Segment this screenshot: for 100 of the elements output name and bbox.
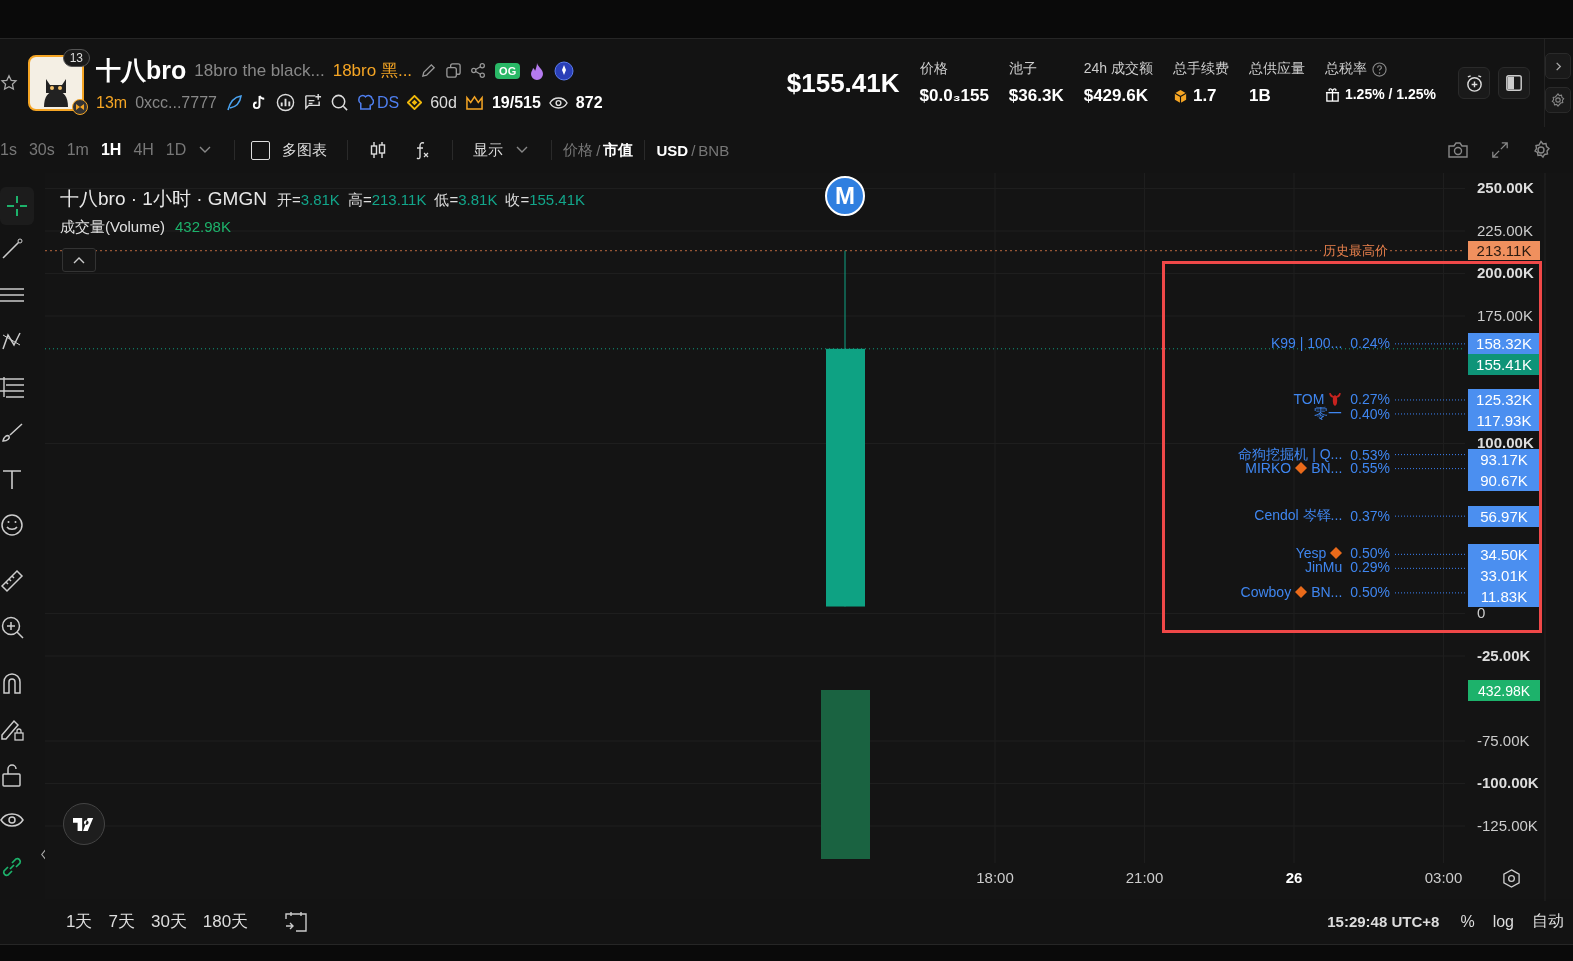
ohlc-value: 155.41K	[529, 191, 586, 208]
display-dropdown[interactable]: 显示	[461, 140, 544, 160]
price-axis-label: 0	[1477, 604, 1486, 621]
chart-title: 十八bro · 1小时 · GMGN	[60, 187, 267, 211]
price-axis-label: -100.00K	[1477, 774, 1539, 791]
interval-tab[interactable]: 1D	[159, 141, 193, 159]
price-axis-label: -75.00K	[1477, 731, 1530, 749]
holder-price-tag: 90.67K	[1468, 470, 1540, 491]
holder-price-tag: 93.17K	[1468, 449, 1540, 470]
ohlc-value: 3.81K	[300, 191, 340, 208]
holder-name: 命狗挖掘机 | Q...	[1238, 445, 1343, 462]
ohlc-label: 低=	[434, 191, 459, 210]
stat-value: 1B	[1248, 86, 1271, 106]
percent-toggle[interactable]: %	[1451, 912, 1484, 931]
holder-percent: 0.29%	[1350, 559, 1390, 576]
multi-chart-checkbox[interactable]: 多图表	[243, 140, 340, 160]
ohlc-label: 高=	[347, 191, 372, 210]
separator-text: /	[691, 141, 696, 159]
stat-value: $36.3K	[1008, 86, 1064, 106]
range-button[interactable]: 7天	[100, 910, 143, 933]
token-name: 十八bro	[96, 55, 187, 86]
holder-name: K99 | 100...	[1270, 334, 1343, 351]
holder-percent: 0.50%	[1350, 545, 1390, 562]
holder-price-tag: 56.97K	[1468, 505, 1540, 527]
holder-name: 零一	[1314, 404, 1343, 423]
ohlc-label: 开=	[276, 191, 301, 210]
price-mode-toggle[interactable]: 市值	[600, 140, 637, 160]
holder-price-tag: 125.32K	[1468, 389, 1540, 411]
holder-price-tag: 117.93K	[1468, 410, 1540, 432]
holder-name: TOM	[1293, 390, 1325, 407]
time-axis-label: 18:00	[975, 869, 1015, 886]
interval-tab[interactable]: 1m	[60, 141, 95, 159]
time-axis-label: 21:00	[1124, 869, 1165, 886]
volume-label: 成交量(Volume)	[60, 218, 166, 237]
price-axis-label: -125.00K	[1477, 816, 1538, 834]
auto-toggle[interactable]: 自动	[1523, 911, 1573, 932]
holder-percent: 0.27%	[1350, 390, 1390, 407]
stat-value: 1.25% / 1.25%	[1344, 86, 1436, 102]
stat-label: 池子	[1008, 60, 1037, 78]
token-full-name: 18bro the black...	[194, 60, 325, 81]
market-cap: $155.41K	[786, 67, 900, 99]
interval-tab[interactable]: 1s	[0, 141, 23, 159]
clock-time: 15:29:48 UTC+8	[1327, 913, 1440, 930]
price-mode-toggle[interactable]: 价格	[560, 140, 597, 160]
holder-price-tag: 33.01K	[1468, 564, 1540, 586]
stat-label: 价格	[919, 60, 948, 78]
holder-name-suffix: BN...	[1311, 583, 1343, 600]
holder-price-tag: 158.32K	[1468, 333, 1540, 355]
listing-age: 60d	[430, 93, 457, 112]
interval-tab[interactable]: 4H	[127, 141, 160, 159]
stat-value: 1.7	[1192, 86, 1217, 106]
holder-name: Cowboy	[1240, 583, 1292, 600]
ath-price-tag: 213.11K	[1468, 240, 1540, 260]
interval-tab[interactable]: 1H	[94, 141, 128, 159]
holder-percent: 0.50%	[1350, 583, 1390, 600]
range-button[interactable]: 30天	[142, 910, 195, 933]
holders-rank: 19/515	[491, 93, 541, 112]
current-price-tag: 155.41K	[1468, 354, 1540, 376]
ohlc-value: 213.11K	[371, 191, 427, 208]
contract-address[interactable]: 0xcc...7777	[135, 93, 217, 112]
token-alias: 18bro 黑...	[332, 60, 413, 82]
range-button[interactable]: 1天	[58, 910, 101, 933]
price-axis-label: 250.00K	[1477, 179, 1534, 196]
og-badge: OG	[495, 62, 521, 79]
interval-tab[interactable]: 30s	[22, 141, 61, 159]
stat-value: $429.6K	[1083, 86, 1148, 106]
price-axis-label: 225.00K	[1477, 221, 1533, 239]
ohlc-label: 收=	[505, 191, 530, 210]
volume-tag: 432.98K	[1468, 680, 1540, 701]
price-axis-label: 175.00K	[1477, 306, 1533, 324]
separator-text: /	[596, 141, 601, 159]
avatar-badge: 13	[62, 49, 90, 67]
holder-name: Yesp	[1295, 545, 1327, 562]
currency-toggle[interactable]: USD	[653, 141, 692, 159]
currency-toggle[interactable]: BNB	[695, 141, 733, 159]
event-marker[interactable]: M	[825, 176, 865, 216]
holder-percent: 0.24%	[1350, 334, 1390, 351]
holder-price-tag: 34.50K	[1468, 543, 1540, 565]
time-axis-label: 26	[1284, 869, 1304, 886]
stat-label: 总税率	[1324, 60, 1367, 78]
stat-label: 总手续费	[1172, 60, 1229, 78]
stat-value: $0.0₃155	[919, 86, 989, 106]
holder-percent: 0.40%	[1350, 405, 1390, 422]
price-axis-label: 100.00K	[1477, 434, 1534, 451]
range-button[interactable]: 180天	[194, 910, 257, 933]
token-age: 13m	[96, 93, 128, 112]
price-axis-label: -25.00K	[1477, 646, 1531, 664]
holder-price-tag: 11.83K	[1468, 585, 1540, 607]
ohlc-value: 3.81K	[458, 191, 498, 208]
price-axis-label: 200.00K	[1477, 264, 1534, 281]
holder-name: Cendol 岑铎...	[1254, 507, 1343, 526]
view-count: 872	[575, 93, 603, 112]
stat-label: 总供应量	[1248, 60, 1305, 78]
time-axis-label: 03:00	[1423, 869, 1464, 886]
volume-value: 432.98K	[175, 218, 231, 235]
ds-link[interactable]: DS	[356, 93, 400, 112]
log-toggle[interactable]: log	[1483, 912, 1523, 931]
stat-label: 24h 成交额	[1083, 60, 1153, 78]
ath-label: 历史最高价	[1321, 241, 1390, 260]
holder-percent: 0.37%	[1350, 508, 1390, 525]
